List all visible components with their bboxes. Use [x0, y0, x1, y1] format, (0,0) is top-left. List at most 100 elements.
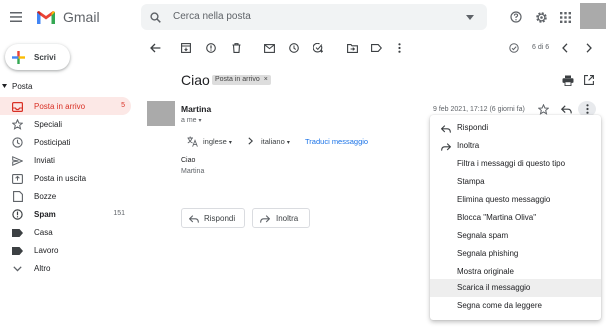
- search-input[interactable]: Cerca nella posta: [173, 11, 251, 22]
- sidebar-item-count: 151: [113, 210, 125, 217]
- reply-button-label: Rispondi: [204, 214, 236, 223]
- sidebar-item-label: Inviati: [34, 156, 55, 165]
- menu-item-label: Filtra i messaggi di questo tipo: [457, 159, 566, 168]
- sender-avatar[interactable]: [147, 101, 175, 126]
- inbox-label-chip[interactable]: Posta in arrivo ×: [212, 75, 271, 85]
- folders-collapse-icon[interactable]: [1, 82, 7, 90]
- pagination-count: 6 di 6: [532, 44, 550, 51]
- menu-item-label: Elimina questo messaggio: [457, 195, 551, 204]
- spam-icon: [12, 209, 23, 220]
- sidebar-item-casa[interactable]: Casa: [0, 223, 131, 241]
- open-new-window-icon[interactable]: [583, 74, 595, 86]
- menu-item-label: Segna come da leggere: [457, 301, 542, 310]
- move-to-icon[interactable]: [346, 42, 358, 54]
- translate-icon: [186, 135, 198, 147]
- star-message-icon[interactable]: [537, 103, 549, 115]
- sidebar-item-label: Speciali: [34, 120, 63, 129]
- older-chevron-icon[interactable]: [584, 42, 594, 54]
- source-lang-dropdown-icon: ▾: [228, 140, 232, 146]
- newer-chevron-icon[interactable]: [560, 42, 570, 54]
- sidebar-item-label: Spam: [34, 210, 56, 219]
- delete-icon[interactable]: [230, 42, 242, 54]
- snooze-clock-icon[interactable]: [288, 42, 300, 54]
- sidebar-item-drafts[interactable]: Bozze: [0, 187, 131, 205]
- menu-item-label: Mostra originale: [457, 267, 514, 276]
- target-language-select[interactable]: italiano ▾: [261, 137, 290, 146]
- menu-item-forward[interactable]: Inoltra: [430, 137, 601, 155]
- source-language-label: inglese: [203, 137, 227, 146]
- menu-item-reply[interactable]: Rispondi: [430, 119, 601, 137]
- sidebar-item-label: Altro: [34, 264, 51, 273]
- help-icon[interactable]: [509, 10, 523, 24]
- outbox-icon: [12, 173, 23, 184]
- translate-message-link[interactable]: Traduci messaggio: [305, 137, 368, 146]
- back-arrow-icon[interactable]: [149, 42, 161, 54]
- menu-item-print[interactable]: Stampa: [430, 173, 601, 191]
- email-body-greeting: Ciao: [181, 157, 196, 164]
- reply-arrow-icon[interactable]: [560, 103, 572, 115]
- menu-item-mark-unread[interactable]: Segna come da leggere: [430, 297, 601, 315]
- menu-item-report-phishing[interactable]: Segnala phishing: [430, 245, 601, 263]
- menu-item-label: Segnala phishing: [457, 249, 519, 258]
- menu-item-block-sender[interactable]: Blocca "Martina Oliva": [430, 209, 601, 227]
- label-as-icon[interactable]: [370, 42, 382, 54]
- email-body-signature: Martina: [181, 168, 205, 175]
- menu-item-label: Segnala spam: [457, 231, 509, 240]
- reply-button[interactable]: Rispondi: [181, 208, 245, 228]
- recipient-details-icon[interactable]: ▾: [199, 118, 202, 124]
- print-icon[interactable]: [561, 74, 574, 86]
- search-icon[interactable]: [149, 11, 161, 23]
- sidebar-item-sent[interactable]: Inviati: [0, 151, 131, 169]
- settings-mini-icon[interactable]: [508, 42, 520, 54]
- forward-icon: [260, 214, 270, 223]
- apps-grid-icon[interactable]: [558, 10, 572, 24]
- message-options-menu: Rispondi Inoltra Filtra i messaggi di qu…: [430, 115, 601, 320]
- sidebar-item-starred[interactable]: Speciali: [0, 115, 131, 133]
- add-task-icon[interactable]: [312, 42, 324, 54]
- remove-label-icon[interactable]: ×: [264, 76, 268, 83]
- inbox-icon: [12, 101, 23, 112]
- sidebar-item-spam[interactable]: Spam 151: [0, 205, 131, 223]
- label-chip-text: Posta in arrivo: [215, 76, 260, 83]
- target-language-label: italiano: [261, 137, 285, 146]
- settings-gear-icon[interactable]: [533, 9, 549, 25]
- source-language-select[interactable]: inglese ▾: [203, 137, 232, 146]
- menu-item-label: Inoltra: [457, 141, 480, 150]
- menu-item-delete[interactable]: Elimina questo messaggio: [430, 191, 601, 209]
- sidebar-item-outbox[interactable]: Posta in uscita: [0, 169, 131, 187]
- label-icon: [12, 245, 23, 256]
- sidebar-item-label: Lavoro: [34, 246, 59, 255]
- sidebar-item-snoozed[interactable]: Posticipati: [0, 133, 131, 151]
- gmail-logo-icon[interactable]: [35, 9, 57, 25]
- search-options-icon[interactable]: [465, 13, 475, 21]
- report-spam-icon[interactable]: [205, 42, 217, 54]
- main-menu-icon[interactable]: [9, 10, 23, 24]
- sidebar-item-label: Casa: [34, 228, 53, 237]
- sidebar-item-inbox[interactable]: Posta in arrivo 5: [0, 97, 131, 115]
- sidebar-item-lavoro[interactable]: Lavoro: [0, 241, 131, 259]
- send-icon: [12, 155, 23, 166]
- forward-button[interactable]: Inoltra: [252, 208, 310, 228]
- menu-item-label: Rispondi: [457, 123, 489, 132]
- sidebar-item-label: Posticipati: [34, 138, 71, 147]
- compose-plus-icon: [11, 50, 25, 64]
- message-date: 9 feb 2021, 17:12 (6 giorni fa): [433, 106, 525, 113]
- menu-item-filter[interactable]: Filtra i messaggi di questo tipo: [430, 155, 601, 173]
- menu-item-label: Scarica il messaggio: [457, 283, 531, 292]
- recipient-line[interactable]: a me ▾: [181, 117, 202, 124]
- sender-name[interactable]: Martina: [181, 104, 211, 114]
- recipient-text: a me: [181, 117, 197, 124]
- more-vert-icon[interactable]: [394, 42, 404, 54]
- folders-header[interactable]: Posta: [12, 82, 32, 91]
- archive-icon[interactable]: [180, 42, 192, 54]
- sidebar-item-count: 5: [121, 102, 125, 109]
- sidebar-item-more[interactable]: Altro: [0, 259, 131, 277]
- account-avatar[interactable]: [580, 3, 606, 29]
- menu-item-download-message[interactable]: Scarica il messaggio: [430, 279, 601, 297]
- app-name[interactable]: Gmail: [63, 9, 100, 25]
- menu-item-report-spam[interactable]: Segnala spam: [430, 227, 601, 245]
- clock-icon: [12, 137, 23, 148]
- mark-unread-icon[interactable]: [263, 42, 275, 54]
- sidebar-item-label: Posta in uscita: [34, 174, 87, 183]
- target-lang-dropdown-icon: ▾: [286, 140, 290, 146]
